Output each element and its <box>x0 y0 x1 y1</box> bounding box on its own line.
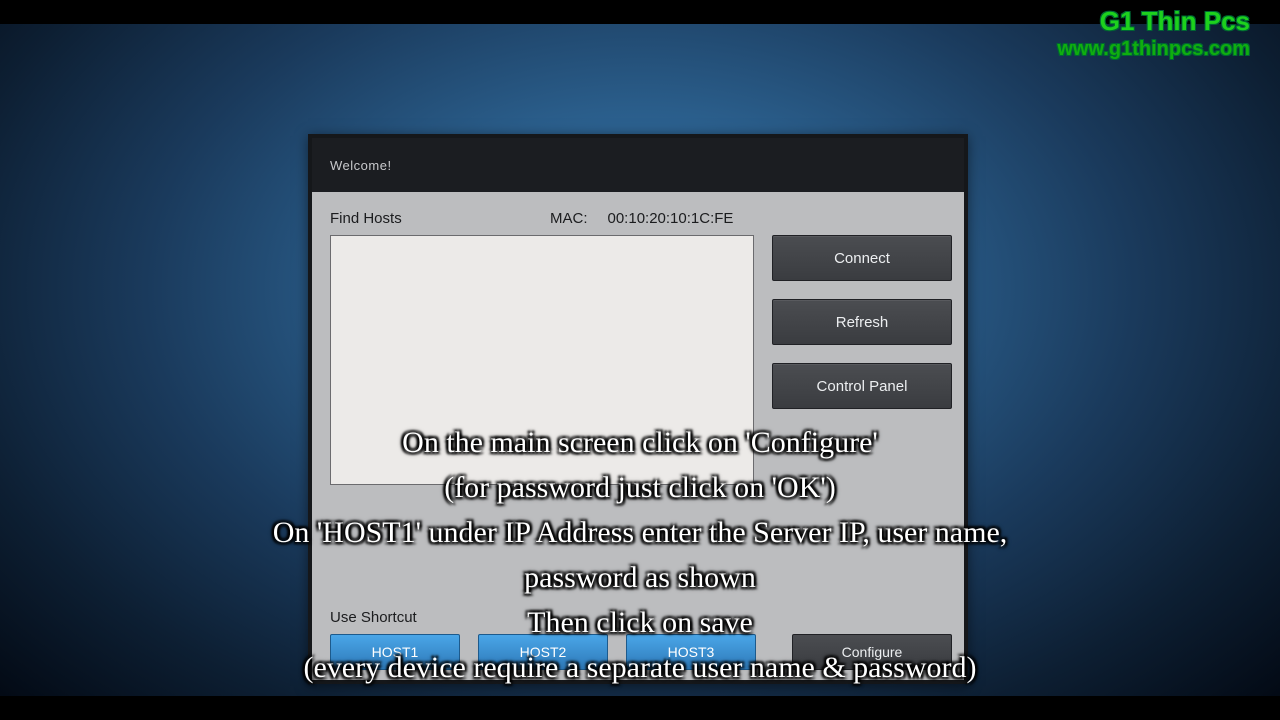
app-window: Welcome! Find Hosts MAC: 00:10:20:10:1C:… <box>308 134 968 684</box>
connect-button[interactable]: Connect <box>772 235 952 281</box>
shortcut-row: HOST1 HOST2 HOST3 Configure <box>330 634 952 670</box>
hosts-listbox[interactable] <box>330 235 754 485</box>
mac-label: MAC: <box>550 210 588 227</box>
watermark-url: www.g1thinpcs.com <box>1057 37 1250 61</box>
window-title: Welcome! <box>330 158 392 173</box>
mac-value: 00:10:20:10:1C:FE <box>608 210 734 227</box>
content-area: Find Hosts MAC: 00:10:20:10:1C:FE Connec… <box>312 192 964 680</box>
shortcut-section: Use Shortcut HOST1 HOST2 HOST3 Configure <box>330 581 952 670</box>
letterbox-bottom <box>0 696 1280 720</box>
titlebar: Welcome! <box>312 138 964 192</box>
host1-button[interactable]: HOST1 <box>330 634 460 670</box>
watermark-title: G1 Thin Pcs <box>1057 6 1250 37</box>
configure-button[interactable]: Configure <box>792 634 952 670</box>
find-hosts-label: Find Hosts <box>330 210 540 227</box>
host2-button[interactable]: HOST2 <box>478 634 608 670</box>
main-row: Connect Refresh Control Panel <box>330 235 952 581</box>
side-buttons: Connect Refresh Control Panel <box>772 235 952 581</box>
host3-button[interactable]: HOST3 <box>626 634 756 670</box>
watermark: G1 Thin Pcs www.g1thinpcs.com <box>1057 6 1250 61</box>
header-row: Find Hosts MAC: 00:10:20:10:1C:FE <box>330 210 952 227</box>
control-panel-button[interactable]: Control Panel <box>772 363 952 409</box>
refresh-button[interactable]: Refresh <box>772 299 952 345</box>
use-shortcut-label: Use Shortcut <box>330 609 952 626</box>
